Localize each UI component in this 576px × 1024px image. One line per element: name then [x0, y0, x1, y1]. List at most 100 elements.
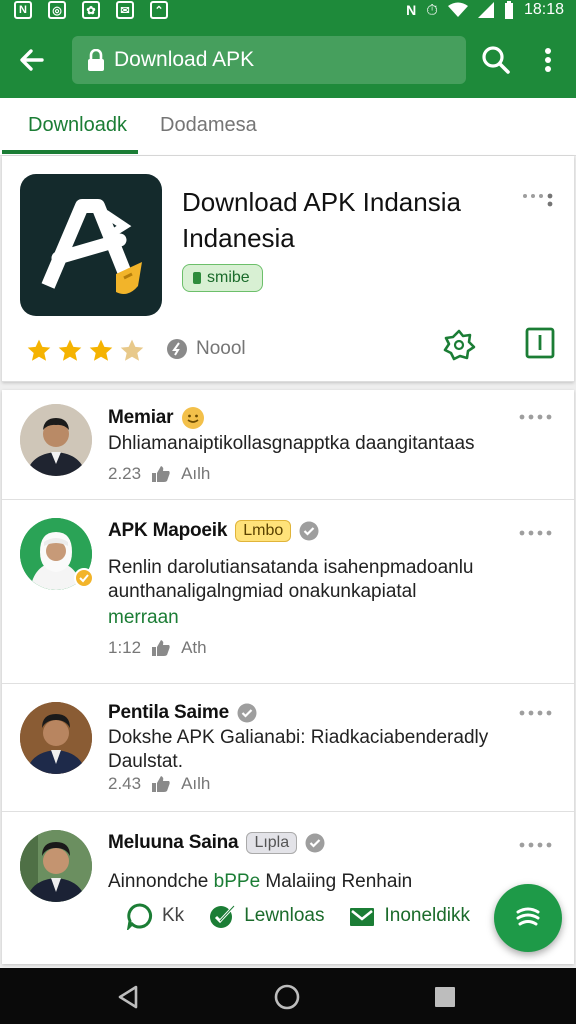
post-meta-label: Aılh	[181, 464, 211, 483]
post-time: 2.23	[108, 464, 142, 483]
feed-post[interactable]: Memiar Dhliamanaiptikollasgnapptka daang…	[2, 390, 574, 500]
download-button[interactable]: Lewnloas	[208, 902, 324, 930]
status-bar: N ◎ ✿ ✉ ⌃ N ⏱ 18:18	[0, 0, 576, 22]
search-icon[interactable]	[478, 42, 514, 78]
card-more-icon[interactable]	[520, 192, 554, 208]
post-author: APK Mapoeik Lmbo	[108, 520, 319, 542]
top-bar: N ◎ ✿ ✉ ⌃ N ⏱ 18:18 Download APK	[0, 0, 576, 98]
author-name: Memiar	[108, 407, 174, 428]
post-link[interactable]: merraan	[108, 606, 528, 630]
author-tag: Lmbo	[235, 520, 292, 542]
avatar[interactable]	[20, 702, 92, 774]
badge-icon	[193, 272, 201, 284]
download-label: Lewnloas	[244, 905, 325, 926]
author-tag: Lıpla	[246, 832, 298, 854]
post-meta-label: Ath	[181, 638, 207, 657]
avatar[interactable]	[20, 404, 92, 476]
comment-button[interactable]: Kk	[126, 902, 184, 930]
clock-badge-icon	[167, 339, 187, 359]
nav-back-icon[interactable]	[116, 984, 140, 1010]
feed-post[interactable]: APK Mapoeik Lmbo Renlin darolutiansatand…	[2, 500, 574, 684]
rating-stars	[26, 338, 145, 364]
app-logo-icon[interactable]	[20, 174, 162, 316]
verified-badge-icon	[74, 568, 94, 588]
post-more-icon[interactable]	[518, 412, 554, 422]
comment-icon	[126, 903, 153, 930]
star-filled-icon	[27, 339, 51, 361]
chat-icon	[516, 907, 540, 926]
like-icon[interactable]	[151, 775, 171, 793]
wifi-icon	[447, 2, 468, 17]
nav-recents-icon[interactable]	[434, 986, 456, 1008]
url-bar[interactable]: Download APK	[72, 36, 466, 84]
author-name: Pentila Saime	[108, 702, 229, 723]
avatar[interactable]	[20, 830, 92, 902]
star-faded-icon	[120, 339, 144, 361]
author-name: Meluuna Saina	[108, 832, 239, 853]
check-icon	[210, 904, 236, 928]
post-text: Ainnondche bPPe Malaiing Renhain	[108, 870, 548, 894]
action-row: Kk Lewnloas Inoneldikk	[126, 902, 470, 930]
post-author: Pentila Saime	[108, 702, 257, 724]
post-time: 1:12	[108, 638, 142, 657]
like-icon[interactable]	[151, 639, 171, 657]
post-author: Meluuna Saina Lıpla	[108, 832, 325, 854]
smile-emoji-icon	[182, 407, 205, 429]
post-author: Memiar	[108, 406, 205, 430]
feed-post[interactable]: Meluuna Saina Lıpla Ainnondche bPPe Mala…	[2, 812, 574, 964]
bookmark-icon[interactable]	[524, 326, 556, 360]
notification-mail-icon: ✉	[116, 1, 134, 19]
like-icon[interactable]	[151, 465, 171, 483]
notification-n-icon: N	[14, 1, 32, 19]
post-time: 2.43	[108, 774, 142, 793]
tab-dodamesa[interactable]: Dodamesa	[160, 114, 257, 137]
active-tab-indicator	[2, 150, 138, 154]
award-badge-icon[interactable]	[442, 328, 476, 362]
app-badge: smibe	[182, 264, 263, 292]
app-card: Download APK Indansia Indanesia smibe No…	[2, 156, 574, 382]
post-more-icon[interactable]	[518, 840, 554, 850]
mail-icon	[350, 908, 375, 926]
post-inline-link[interactable]: bPPe	[214, 871, 260, 892]
app-title: Download APK Indansia Indanesia	[182, 187, 461, 253]
post-meta: 2.43 Aılh	[108, 774, 210, 794]
badge-label: smibe	[207, 269, 250, 286]
notification-camera-icon: ◎	[48, 1, 66, 19]
verified-icon	[299, 521, 319, 541]
share-button[interactable]: Inoneldikk	[348, 902, 470, 930]
star-filled-icon	[58, 339, 82, 361]
notification-gear-icon: ✿	[82, 1, 100, 19]
feed: Memiar Dhliamanaiptikollasgnapptka daang…	[2, 390, 574, 964]
verified-icon	[237, 703, 257, 723]
system-nav-bar	[0, 968, 576, 1024]
lock-icon	[88, 49, 104, 71]
back-arrow-icon[interactable]	[14, 42, 50, 78]
tab-downloadk[interactable]: Downloadk	[28, 114, 127, 137]
overflow-menu-icon[interactable]	[530, 42, 566, 78]
tab-bar: Downloadk Dodamesa	[0, 98, 576, 156]
signal-icon	[477, 2, 494, 18]
battery-icon	[504, 1, 513, 19]
app-status: Noool	[166, 338, 246, 360]
nfc-icon: N	[406, 2, 417, 18]
feed-post[interactable]: Pentila Saime Dokshe APK Galianabi: Riad…	[2, 684, 574, 812]
post-more-icon[interactable]	[518, 528, 554, 538]
alarm-icon: ⏱	[426, 1, 438, 19]
star-filled-icon	[89, 339, 113, 361]
post-text: Dokshe APK Galianabi: Riadkaciabenderadl…	[108, 727, 489, 772]
post-text-start: Ainnondche	[108, 871, 214, 892]
post-text: Dhliamanaiptikollasgnapptka daangitantaa…	[108, 433, 475, 454]
post-more-icon[interactable]	[518, 708, 554, 718]
app-bar: Download APK	[0, 22, 576, 98]
post-text-end: Malaiing Renhain	[260, 871, 413, 892]
url-text: Download APK	[114, 48, 255, 71]
comment-label: Kk	[162, 905, 185, 926]
status-time: 18:18	[523, 1, 564, 18]
nav-home-icon[interactable]	[274, 984, 300, 1010]
app-status-label: Noool	[196, 338, 246, 359]
post-meta: 1:12 Ath	[108, 638, 207, 658]
compose-fab[interactable]	[494, 884, 562, 952]
post-meta: 2.23 Aılh	[108, 464, 210, 484]
notification-chart-icon: ⌃	[150, 1, 168, 19]
post-text: Renlin darolutiansatanda isahenpmadoanlu…	[108, 557, 474, 602]
